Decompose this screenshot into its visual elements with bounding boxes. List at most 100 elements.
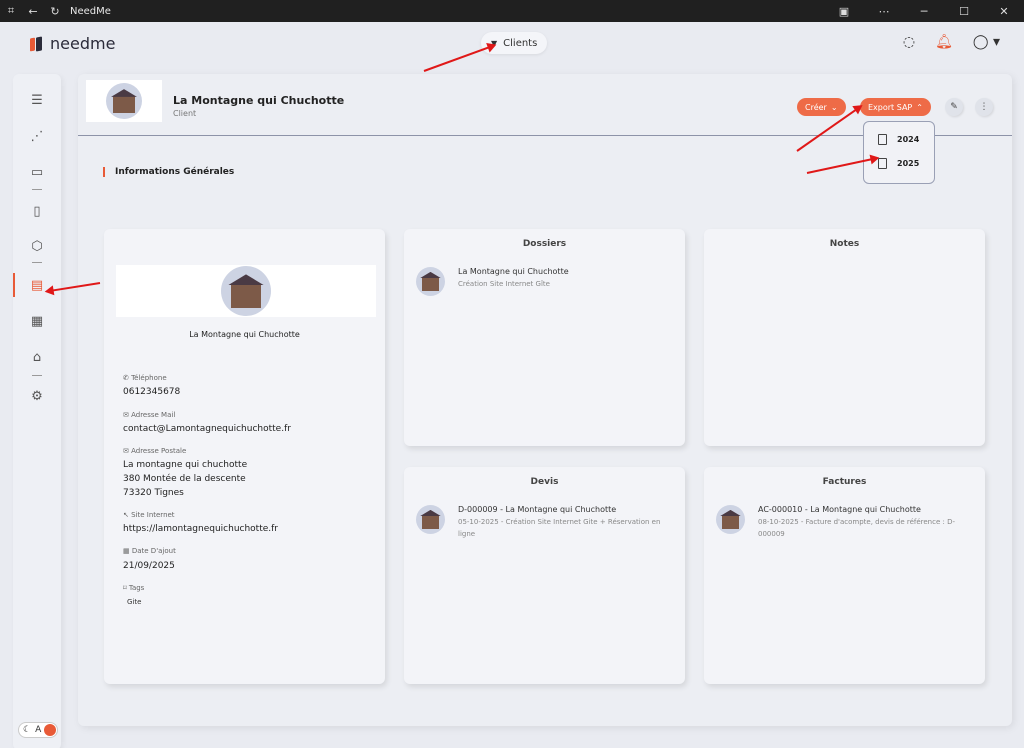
calendar-icon: ▦ — [123, 547, 132, 555]
list-item-title: La Montagne qui Chuchotte — [458, 267, 569, 276]
user-menu-icon[interactable]: ◯ ▾ — [973, 34, 1000, 50]
refresh-icon[interactable]: ↻ — [44, 0, 66, 22]
topbar-actions: ◌ 🔔︎ ◯ ▾ — [903, 34, 1000, 50]
devis-title: Devis — [530, 477, 559, 487]
client-type: Client — [173, 109, 197, 118]
create-button-label: Créer — [805, 102, 827, 112]
chevron-down-icon: ⌄ — [830, 102, 838, 112]
profile-name: La Montagne qui Chuchotte — [189, 330, 300, 339]
logo-mark-icon — [30, 37, 44, 51]
minimize-button[interactable]: ─ — [904, 0, 944, 22]
mail-icon: ✉ — [123, 411, 132, 419]
app-menu-icon[interactable]: ⌗ — [0, 0, 22, 22]
export-menu-item-2025[interactable]: 2025 — [878, 158, 919, 169]
chalet-icon — [421, 277, 440, 292]
chalet-icon — [113, 95, 135, 114]
dossiers-title: Dossiers — [522, 239, 567, 249]
list-item[interactable]: AC-000010 - La Montagne qui Chuchotte 08… — [716, 505, 976, 540]
list-item-subtitle: 08-10-2025 - Facture d'acompte, devis de… — [758, 518, 956, 538]
context-label: Clients — [503, 37, 538, 49]
tag-chip[interactable]: Gite — [127, 598, 141, 606]
app-logo[interactable]: needme — [30, 34, 115, 53]
export-menu-item-2024[interactable]: 2024 — [878, 134, 919, 145]
client-name: La Montagne qui Chuchotte — [173, 94, 345, 107]
document-icon — [878, 134, 887, 145]
create-button[interactable]: Créer ⌄ — [797, 98, 846, 116]
more-icon[interactable]: ⋯ — [864, 0, 904, 22]
profile-avatar-box — [116, 265, 376, 317]
factures-title: Factures — [822, 477, 867, 487]
address-line-2: 380 Montée de la descente — [123, 474, 246, 484]
sidebar: ☰ ⋰ ▭ ▯ ⬡ ▤ ▦ ⌂ ⚙ ☾ A — [13, 74, 61, 748]
back-arrow-icon[interactable]: ← — [22, 0, 44, 22]
phone-label: ✆ Téléphone — [123, 374, 167, 382]
window-title: NeedMe — [70, 5, 111, 17]
profile-avatar — [221, 266, 271, 316]
list-item-text: La Montagne qui Chuchotte Création Site … — [458, 267, 569, 296]
close-button[interactable]: ✕ — [984, 0, 1024, 22]
chalet-icon — [721, 515, 740, 530]
email-value[interactable]: contact@Lamontagnequichuchotte.fr — [123, 423, 291, 436]
export-sap-button[interactable]: Export SAP ⌃ — [860, 98, 931, 116]
sidebar-item-documents[interactable]: ▯ — [27, 201, 47, 221]
export-sap-label: Export SAP — [868, 102, 913, 112]
screenshot-icon[interactable]: ▣ — [824, 0, 864, 22]
phone-value: 0612345678 — [123, 387, 181, 397]
list-item[interactable]: D-000009 - La Montagne qui Chuchotte 05-… — [416, 505, 676, 540]
theme-toggle-label: A — [35, 725, 42, 735]
list-item-subtitle: 05-10-2025 - Création Site Internet Gite… — [458, 518, 661, 538]
kebab-icon: ⋮ — [979, 102, 989, 112]
sidebar-item-wallet[interactable]: ▭ — [27, 162, 47, 182]
moon-icon: ☾ — [23, 725, 32, 735]
more-options-button[interactable]: ⋮ — [975, 98, 993, 116]
sidebar-item-dashboard[interactable]: ☰ — [27, 90, 47, 110]
edit-button[interactable]: ✎ — [945, 98, 963, 116]
app-window: needme ▼ Clients ◌ 🔔︎ ◯ ▾ ☰ ⋰ ▭ ▯ ⬡ ▤ ▦ … — [0, 22, 1024, 748]
sidebar-item-store[interactable]: ⌂ — [27, 347, 47, 367]
sidebar-item-suppliers[interactable]: ▦ — [27, 311, 47, 331]
client-avatar-box — [86, 80, 162, 122]
chalet-icon — [231, 284, 261, 308]
client-avatar — [106, 83, 142, 119]
sidebar-separator — [32, 375, 42, 376]
app-topbar: needme ▼ Clients ◌ 🔔︎ ◯ ▾ — [0, 22, 1024, 68]
website-label: ↖ Site Internet — [123, 511, 175, 519]
email-label: ✉ Adresse Mail — [123, 411, 176, 419]
sidebar-item-settings[interactable]: ⚙ — [27, 386, 47, 406]
notes-card: Notes — [704, 229, 985, 446]
address-line-1: La montagne qui chuchotte — [123, 460, 248, 470]
logo-text: needme — [50, 34, 116, 53]
eye-slash-icon[interactable]: ◌ — [903, 34, 915, 50]
sidebar-separator — [32, 189, 42, 190]
dossiers-card: Dossiers La Montagne qui Chuchotte Créat… — [404, 229, 685, 446]
toggle-knob — [44, 724, 56, 736]
export-menu-item-label: 2024 — [897, 135, 920, 144]
sidebar-active-indicator — [13, 273, 15, 297]
date-label: ▦ Date D'ajout — [123, 547, 176, 555]
bell-icon[interactable]: 🔔︎ — [935, 34, 953, 50]
address-label: ✉ Adresse Postale — [123, 447, 187, 455]
pencil-icon: ✎ — [950, 102, 958, 112]
client-avatar — [716, 505, 745, 534]
maximize-button[interactable]: ☐ — [944, 0, 984, 22]
list-item-title: D-000009 - La Montagne qui Chuchotte — [458, 505, 617, 514]
export-menu-item-label: 2025 — [897, 159, 920, 168]
window-titlebar: ⌗ ← ↻ NeedMe ▣ ⋯ ─ ☐ ✕ — [0, 0, 1024, 22]
date-value: 21/09/2025 — [123, 561, 175, 571]
section-title: Informations Générales — [103, 167, 234, 177]
notes-title: Notes — [829, 239, 860, 249]
client-detail-panel: La Montagne qui Chuchotte Client Créer ⌄… — [78, 74, 1012, 726]
profile-card: La Montagne qui Chuchotte ✆ Téléphone 06… — [104, 229, 385, 684]
sidebar-item-products[interactable]: ⬡ — [27, 236, 47, 256]
tags-label: ⌑ Tags — [123, 584, 145, 592]
sidebar-item-workflow[interactable]: ⋰ — [27, 126, 47, 146]
list-item-text: D-000009 - La Montagne qui Chuchotte 05-… — [458, 505, 676, 540]
chalet-icon — [421, 515, 440, 530]
client-avatar — [416, 505, 445, 534]
sidebar-separator — [32, 262, 42, 263]
theme-toggle[interactable]: ☾ A — [18, 722, 58, 738]
website-value[interactable]: https://lamontagnequichuchotte.fr — [123, 523, 278, 536]
phone-icon: ✆ — [123, 374, 132, 382]
client-avatar — [416, 267, 445, 296]
list-item[interactable]: La Montagne qui Chuchotte Création Site … — [416, 267, 569, 296]
